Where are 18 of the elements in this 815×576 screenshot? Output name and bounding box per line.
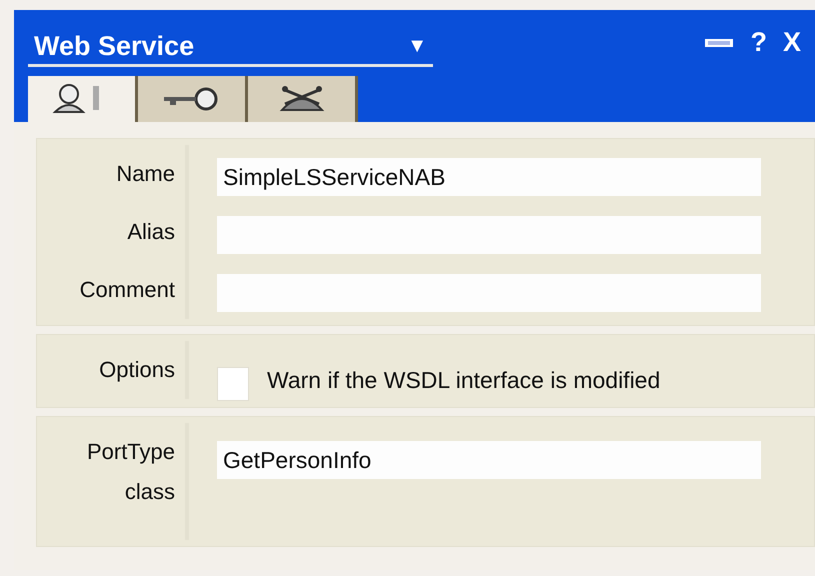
field-label: Comment — [37, 261, 189, 319]
checkbox[interactable] — [217, 367, 249, 401]
tab[interactable] — [248, 76, 358, 122]
input-field[interactable] — [217, 216, 761, 254]
input-field[interactable]: GetPersonInfo — [217, 441, 761, 479]
input-field[interactable] — [217, 274, 761, 312]
pin-icon — [704, 38, 734, 48]
field-label: PortType class — [37, 423, 189, 540]
close-button[interactable]: X — [782, 28, 801, 56]
field-label: Options — [37, 341, 189, 399]
tab[interactable] — [28, 76, 138, 122]
input-field[interactable]: SimpleLSServiceNAB — [217, 158, 761, 196]
field-label: Alias — [37, 203, 189, 261]
help-button[interactable]: ? — [750, 28, 767, 56]
checkbox-label: Warn if the WSDL interface is modified — [267, 366, 660, 395]
field-label: Name — [37, 145, 189, 203]
tab[interactable] — [138, 76, 248, 122]
title-dropdown[interactable]: Web Service ▼ — [28, 28, 433, 66]
